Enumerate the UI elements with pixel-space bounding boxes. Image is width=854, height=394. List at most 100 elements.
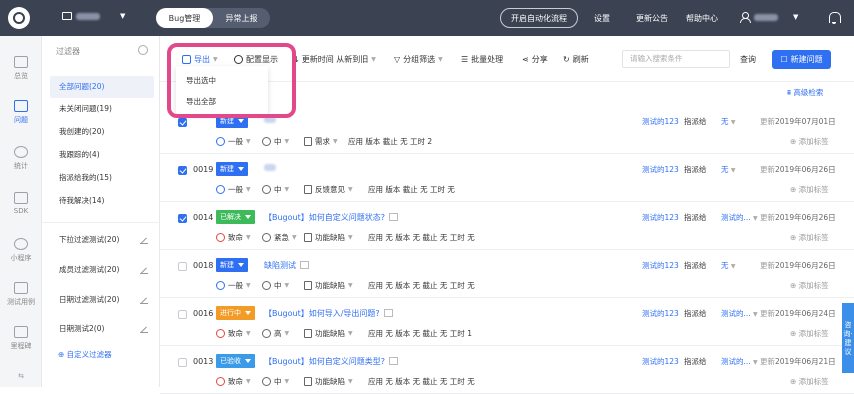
sort-dropdown[interactable]: ⇅ 更新时间 从新到旧 ▼ [292,54,376,65]
custom-filter-item[interactable]: 成员过滤测试(20) [50,259,154,281]
row-checkbox[interactable] [178,166,187,175]
document-icon [304,329,312,338]
severity-dropdown[interactable]: 致命 ▼ [216,376,251,387]
document-icon [304,233,312,242]
priority-dropdown[interactable]: 中 ▼ [262,136,289,147]
row-checkbox[interactable] [178,214,187,223]
bell-icon[interactable] [828,11,841,24]
status-dropdown[interactable]: 进行中 [216,306,255,320]
nav-announcements[interactable]: 更新公告 [636,13,668,24]
filter-pending-resolve[interactable]: 待我解决(14) [50,190,154,212]
edit-icon[interactable] [140,236,148,244]
chevron-down-icon: ▼ [753,359,758,366]
priority-dropdown[interactable]: 中 ▼ [262,280,289,291]
add-tag-button[interactable]: ⊕ 添加标签 [790,136,829,147]
status-dropdown[interactable]: 新建 [216,162,248,176]
filter-assigned-to-me[interactable]: 指派给我的(15) [50,167,154,189]
severity-dropdown[interactable]: 致命 ▼ [216,232,251,243]
feedback-float-tab[interactable]: 咨询·建议 [842,303,854,373]
assignee-dropdown[interactable]: 无 ▼ [721,260,736,271]
user-menu[interactable]: ▼ [740,12,798,23]
edit-icon[interactable] [140,325,148,333]
status-dropdown[interactable]: 新建 [216,258,248,272]
filter-created-by-me[interactable]: 我创建的(20) [50,121,154,143]
assignee-dropdown[interactable]: 测试的... ▼ [721,356,758,367]
priority-dropdown[interactable]: 中 ▼ [262,184,289,195]
add-tag-button[interactable]: ⊕ 添加标签 [790,184,829,195]
gear-icon[interactable] [138,45,148,55]
issue-title-link[interactable]: 【Bugout】如何自定义问题状态? [264,212,398,223]
row-checkbox[interactable] [178,310,187,319]
custom-filter-item[interactable]: 下拉过滤测试(20) [50,229,154,251]
enable-automation-button[interactable]: 开启自动化流程 [500,8,578,28]
assignee-dropdown[interactable]: 无 ▼ [721,116,736,127]
row-checkbox[interactable] [178,358,187,367]
batch-process-button[interactable]: ☰ 批量处理 [461,54,503,65]
table-row[interactable]: 0016 进行中 【Bugout】如何导入/导出问题? 测试的123 指派给 测试的...… [160,298,854,346]
nav-overview[interactable]: 总览 [0,56,42,81]
new-issue-button[interactable]: ☐ 新建问题 [772,50,831,69]
issue-title-link[interactable]: 【Bugout】如何导入/导出问题? [264,308,393,319]
type-dropdown[interactable]: 反馈意见 ▼ [304,184,353,195]
priority-dropdown[interactable]: 紧急 ▼ [262,232,297,243]
add-tag-button[interactable]: ⊕ 添加标签 [790,280,829,291]
refresh-button[interactable]: ↻ 刷新 [563,54,589,65]
chevron-down-icon: ▼ [246,186,251,193]
row-checkbox[interactable] [178,118,187,127]
app-logo[interactable] [8,7,30,29]
edit-icon[interactable] [140,296,148,304]
add-custom-filter-link[interactable]: ⊕ 自定义过滤器 [58,349,112,360]
nav-help-center[interactable]: 帮助中心 [686,13,718,24]
table-row[interactable]: 0018 新建 缺陷测试 测试的123 指派给 无 ▼ 更新 2019年06月26日 一般 ▼ 中 ▼… [160,250,854,298]
filter-followed[interactable]: 我跟踪的(4) [50,144,154,166]
row-checkbox[interactable] [178,262,187,271]
type-dropdown[interactable]: 功能缺陷 ▼ [304,328,353,339]
issue-title-link[interactable]: 缺陷测试 [264,260,309,271]
advanced-search-link[interactable]: ⩩ 高级检索 [787,87,823,98]
group-filter-dropdown[interactable]: ▽ 分组筛选 ▼ [394,54,443,65]
severity-dropdown[interactable]: 一般 ▼ [216,184,251,195]
nav-sdk[interactable]: SDK [0,192,42,215]
type-dropdown[interactable]: 功能缺陷 ▼ [304,280,353,291]
project-selector[interactable]: ▼ [62,12,125,20]
nav-milestones[interactable]: 里程碑 [0,326,42,351]
nav-statistics[interactable]: 统计 [0,146,42,171]
edit-icon[interactable] [140,266,148,274]
priority-dropdown[interactable]: 中 ▼ [262,376,289,387]
type-dropdown[interactable]: 需求 ▼ [304,136,338,147]
query-button[interactable]: 查询 [740,54,756,65]
table-row[interactable]: 0019 新建 测试的123 指派给 无 ▼ 更新 2019年06月26日 一般 ▼ 中 ▼ 反馈意见… [160,154,854,202]
search-input[interactable]: 请输入搜索条件 [622,50,730,68]
chevron-down-icon: ▼ [120,12,126,20]
issue-title-link[interactable] [264,164,276,173]
severity-dropdown[interactable]: 一般 ▼ [216,136,251,147]
nav-issues[interactable]: 问题 [0,100,42,125]
share-button[interactable]: ⋖ 分享 [522,54,548,65]
chevron-down-icon: ▼ [246,378,251,385]
custom-filter-item[interactable]: 日期过滤测试(20) [50,289,154,311]
assignee-dropdown[interactable]: 测试的... ▼ [721,212,758,223]
issue-title-link[interactable]: 【Bugout】如何自定义问题类型? [264,356,398,367]
tab-bug-management[interactable]: Bug管理 [156,8,213,28]
status-dropdown[interactable]: 已验收 [216,354,255,368]
nav-settings[interactable]: 设置 [594,13,610,24]
type-dropdown[interactable]: 功能缺陷 ▼ [304,232,353,243]
tab-exception-report[interactable]: 异常上报 [213,8,270,28]
filter-unclosed[interactable]: 未关闭问题(19) [50,98,154,120]
table-row[interactable]: 0014 已解决 【Bugout】如何自定义问题状态? 测试的123 指派给 测试的...… [160,202,854,250]
custom-filter-item[interactable]: 日期测试2(0) [50,318,154,340]
priority-dropdown[interactable]: 高 ▼ [262,328,289,339]
nav-testcases[interactable]: 测试用例 [0,282,42,307]
type-dropdown[interactable]: 功能缺陷 ▼ [304,376,353,387]
status-dropdown[interactable]: 已解决 [216,210,255,224]
assignee-dropdown[interactable]: 无 ▼ [721,164,736,175]
nav-collapse[interactable]: ⇆ [0,372,42,380]
severity-dropdown[interactable]: 致命 ▼ [216,328,251,339]
add-tag-button[interactable]: ⊕ 添加标签 [790,232,829,243]
filter-all-issues[interactable]: 全部问题(20) [50,76,154,98]
nav-miniprogram[interactable]: 小程序 [0,238,42,263]
severity-dropdown[interactable]: 一般 ▼ [216,280,251,291]
add-tag-button[interactable]: ⊕ 添加标签 [790,328,829,339]
add-tag-button[interactable]: ⊕ 添加标签 [790,376,829,387]
assignee-dropdown[interactable]: 测试的... ▼ [721,308,758,319]
